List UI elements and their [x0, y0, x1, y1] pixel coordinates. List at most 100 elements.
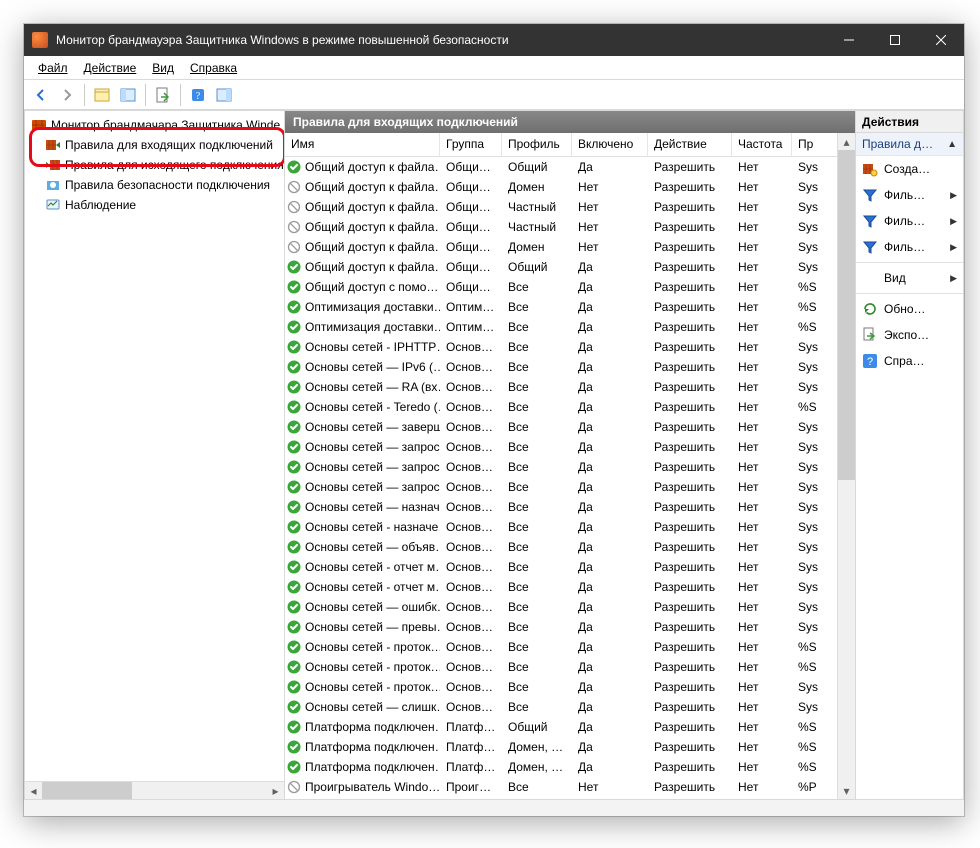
rule-freq: Нет — [732, 576, 792, 598]
rule-row[interactable]: Основы сетей — ошибк…Основы…ВсеДаРазреши… — [285, 597, 837, 617]
scroll-thumb[interactable] — [42, 782, 132, 799]
rule-row[interactable]: Общий доступ к файла…Общий …ДоменНетРазр… — [285, 237, 837, 257]
tree-root[interactable]: Монитор брандмачара Защитника Winde — [27, 115, 282, 135]
rule-row[interactable]: Платформа подключен…Платфо…Домен, Ч…ДаРа… — [285, 757, 837, 777]
rules-vertical-scrollbar[interactable]: ▴ ▾ — [837, 133, 855, 799]
rule-row[interactable]: Общий доступ к файла…Общий …ОбщийДаРазре… — [285, 157, 837, 177]
rule-row[interactable]: Проигрыватель Windo…Проигр…ВсеНетРазреши… — [285, 777, 837, 797]
rule-row[interactable]: Общий доступ с помо…Общий …ВсеДаРазрешит… — [285, 277, 837, 297]
rule-row[interactable]: Основы сетей — превы…Основы…ВсеДаРазреши… — [285, 617, 837, 637]
rule-row[interactable]: Основы сетей — IPv6 (…Основы…ВсеДаРазреш… — [285, 357, 837, 377]
rule-profile: Общий — [502, 716, 572, 738]
rule-enabled-icon — [287, 560, 301, 574]
tree-horizontal-scrollbar[interactable]: ◂ ▸ — [25, 781, 284, 799]
column-header-action[interactable]: Действие — [648, 133, 732, 156]
rule-row[interactable]: Основы сетей - проток…Основы…ВсеДаРазреш… — [285, 677, 837, 697]
action-item[interactable]: Филь…▶ — [856, 208, 963, 234]
menu-view[interactable]: Вид — [144, 61, 182, 75]
action-item[interactable]: Экспо… — [856, 322, 963, 348]
properties-button[interactable] — [117, 84, 139, 106]
rule-freq: Нет — [732, 496, 792, 518]
column-header-program[interactable]: Пр — [792, 133, 826, 156]
scroll-track[interactable] — [42, 782, 267, 799]
show-hide-action-pane-button[interactable] — [213, 84, 235, 106]
rule-name: Общий доступ к файла… — [305, 220, 440, 234]
rule-row[interactable]: Основы сетей — запрос…Основы…ВсеДаРазреш… — [285, 437, 837, 457]
actions-context-title[interactable]: Правила д… ▲ — [856, 133, 963, 156]
rule-program: Sys — [792, 356, 826, 378]
rule-enabled-icon — [287, 760, 301, 774]
rule-row[interactable]: Основы сетей — объяв…Основы…ВсеДаРазреши… — [285, 537, 837, 557]
tree-item-connection-security[interactable]: Правила безопасности подключения — [27, 175, 282, 195]
action-item[interactable]: Созда… — [856, 156, 963, 182]
rule-enabled-icon — [287, 400, 301, 414]
minimize-button[interactable] — [826, 24, 872, 56]
rule-row[interactable]: Основы сетей - проток…Основы…ВсеДаРазреш… — [285, 637, 837, 657]
maximize-button[interactable] — [872, 24, 918, 56]
console-tree[interactable]: Монитор брандмачара Защитника Winde Прав… — [25, 111, 284, 781]
help-button[interactable]: ? — [187, 84, 209, 106]
action-item[interactable]: ?Спра… — [856, 348, 963, 374]
submenu-arrow-icon: ▶ — [950, 216, 957, 227]
action-item[interactable]: Обно… — [856, 296, 963, 322]
rule-row[interactable]: Оптимизация доставки…Оптими…ВсеДаРазреши… — [285, 317, 837, 337]
nav-forward-button[interactable] — [56, 84, 78, 106]
rule-freq: Нет — [732, 736, 792, 758]
rule-row[interactable]: Общий доступ к файла…Общий …ДоменНетРазр… — [285, 177, 837, 197]
rule-row[interactable]: Платформа подключен…Платфо…Домен, Ч…ДаРа… — [285, 737, 837, 757]
rule-row[interactable]: Платформа подключен…Платфо…ОбщийДаРазреш… — [285, 717, 837, 737]
rule-row[interactable]: Основы сетей — запрос…Основы…ВсеДаРазреш… — [285, 457, 837, 477]
rule-row[interactable]: Основы сетей - Teredo (…Основы…ВсеДаРазр… — [285, 397, 837, 417]
rule-row[interactable]: Общий доступ к файла…Общий …ЧастныйНетРа… — [285, 217, 837, 237]
scroll-track[interactable] — [838, 150, 855, 782]
rule-row[interactable]: Основы сетей - IPHTTP…Основы…ВсеДаРазреш… — [285, 337, 837, 357]
show-hide-tree-button[interactable] — [91, 84, 113, 106]
nav-back-button[interactable] — [30, 84, 52, 106]
tree-item-outbound-rules[interactable]: Правила для исходящего подключения — [27, 155, 282, 175]
scroll-left-arrow[interactable]: ◂ — [25, 782, 42, 799]
rule-row[interactable]: Основы сетей — запрос…Основы…ВсеДаРазреш… — [285, 477, 837, 497]
column-header-enabled[interactable]: Включено — [572, 133, 648, 156]
column-header-profile[interactable]: Профиль — [502, 133, 572, 156]
export-list-button[interactable] — [152, 84, 174, 106]
rule-row[interactable]: Оптимизация доставки…Оптими…ВсеДаРазреши… — [285, 297, 837, 317]
menu-file[interactable]: Файл — [30, 61, 76, 75]
rules-grid-body[interactable]: Общий доступ к файла…Общий … Общий Да Разре… — [285, 157, 837, 799]
scroll-thumb[interactable] — [838, 150, 855, 480]
rule-row[interactable]: Общий доступ к файла…Общий …ЧастныйНетРа… — [285, 197, 837, 217]
scroll-up-arrow[interactable]: ▴ — [838, 133, 855, 150]
scroll-down-arrow[interactable]: ▾ — [838, 782, 855, 799]
rule-freq: Нет — [732, 776, 792, 798]
column-header-name[interactable]: Имя — [285, 133, 440, 156]
column-header-group[interactable]: Группа — [440, 133, 502, 156]
rule-row[interactable]: Основы сетей — слишк…Основы…ВсеДаРазреши… — [285, 697, 837, 717]
rule-row[interactable]: Основы сетей — заверш…Основы…ВсеДаРазреш… — [285, 417, 837, 437]
rule-freq: Нет — [732, 157, 792, 178]
rule-group: Основы… — [440, 536, 502, 558]
rule-name: Основы сетей — IPv6 (… — [305, 360, 440, 374]
close-button[interactable] — [918, 24, 964, 56]
tree-item-inbound-rules[interactable]: Правила для входящих подключений — [27, 135, 282, 155]
rule-action: Разрешить — [648, 157, 732, 178]
rule-group: Общий … — [440, 216, 502, 238]
rule-row[interactable]: Общий доступ к файла…Общий …ОбщийДаРазре… — [285, 257, 837, 277]
tree-item-monitoring[interactable]: Наблюдение — [27, 195, 282, 215]
scroll-right-arrow[interactable]: ▸ — [267, 782, 284, 799]
rule-row[interactable]: Основы сетей — RA (вх…Основы…ВсеДаРазреш… — [285, 377, 837, 397]
action-item[interactable]: Филь…▶ — [856, 234, 963, 260]
rule-row[interactable]: Основы сетей - проток…Основы…ВсеДаРазреш… — [285, 657, 837, 677]
action-item[interactable]: Филь…▶ — [856, 182, 963, 208]
rule-freq: Нет — [732, 176, 792, 198]
rule-profile: Все — [502, 276, 572, 298]
rule-profile: Все — [502, 436, 572, 458]
rule-row[interactable]: Основы сетей - отчет м…Основы…ВсеДаРазре… — [285, 557, 837, 577]
column-header-freq[interactable]: Частота — [732, 133, 792, 156]
rule-enabled: Да — [572, 576, 648, 598]
rule-row[interactable]: Основы сетей — назнач…Основы…ВсеДаРазреш… — [285, 497, 837, 517]
action-item[interactable]: Вид▶ — [856, 265, 963, 291]
menu-help[interactable]: Справка — [182, 61, 245, 75]
rule-row[interactable]: Основы сетей - отчет м…Основы…ВсеДаРазре… — [285, 577, 837, 597]
rule-row[interactable]: Основы сетей - назначе…Основы…ВсеДаРазре… — [285, 517, 837, 537]
rule-group: Платфо… — [440, 716, 502, 738]
menu-action[interactable]: Действие — [76, 61, 145, 75]
